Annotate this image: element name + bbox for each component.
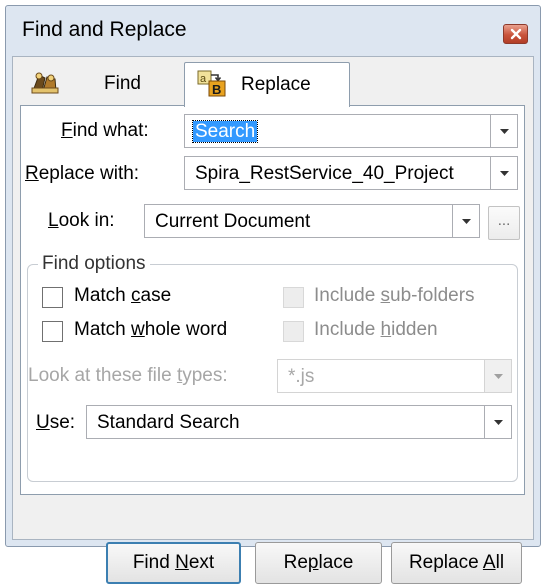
tab-replace-label: Replace — [241, 74, 311, 95]
look-in-dropdown[interactable] — [452, 205, 479, 237]
binoculars-icon — [30, 69, 60, 101]
window-title: Find and Replace — [22, 18, 187, 41]
include-sub-folders-checkbox[interactable] — [283, 287, 304, 308]
include-hidden-label: Include hidden — [314, 319, 438, 340]
chevron-down-icon — [499, 128, 509, 134]
find-what-label: Find what: — [61, 120, 149, 141]
include-sub-folders-label: Include sub-folders — [314, 285, 475, 306]
tab-find-label: Find — [104, 73, 141, 94]
svg-text:a: a — [200, 73, 207, 85]
close-button[interactable] — [503, 24, 528, 44]
look-in-label: Look in: — [48, 210, 115, 231]
find-options-group: Find options Match case Include sub-fold… — [27, 253, 518, 482]
file-types-label: Look at these file types: — [28, 365, 228, 386]
chevron-down-icon — [493, 373, 503, 379]
find-what-input[interactable]: Search — [191, 120, 259, 143]
dialog-body: Find a B Replace Find what: Search Repla… — [12, 56, 534, 584]
tab-find[interactable]: Find — [20, 65, 190, 103]
title-bar[interactable]: Find and Replace — [6, 6, 540, 56]
find-what-dropdown[interactable] — [490, 115, 517, 147]
file-types-value: *.js — [288, 366, 315, 387]
use-combo[interactable]: Standard Search — [86, 405, 512, 439]
file-types-combo[interactable]: *.js — [277, 359, 512, 393]
find-what-combo[interactable]: Search — [184, 114, 518, 148]
chevron-down-icon — [461, 218, 471, 224]
match-case-checkbox[interactable] — [42, 287, 63, 308]
use-dropdown[interactable] — [484, 406, 511, 438]
match-whole-word-label[interactable]: Match whole word — [74, 319, 227, 341]
tab-replace[interactable]: a B Replace — [184, 62, 350, 107]
replace-tab-panel: Find what: Search Replace with: Spira_Re… — [20, 105, 525, 584]
find-options-title: Find options — [38, 253, 150, 275]
replace-with-dropdown[interactable] — [490, 157, 517, 189]
include-hidden-checkbox[interactable] — [283, 321, 304, 342]
use-value: Standard Search — [97, 412, 240, 433]
match-whole-word-checkbox[interactable] — [42, 321, 63, 342]
replace-all-button[interactable]: Replace All — [391, 542, 522, 584]
chevron-down-icon — [499, 170, 509, 176]
replace-icon: a B — [197, 69, 227, 103]
svg-text:B: B — [212, 82, 221, 97]
look-in-value: Current Document — [155, 211, 311, 232]
match-case-label[interactable]: Match case — [74, 285, 171, 307]
close-icon — [510, 28, 521, 40]
browse-folder-button[interactable]: ... — [488, 206, 520, 240]
replace-with-label: Replace with: — [25, 163, 140, 184]
chevron-down-icon — [493, 419, 503, 425]
file-types-dropdown[interactable] — [484, 360, 511, 392]
use-label: Use: — [36, 412, 76, 433]
look-in-combo[interactable]: Current Document — [144, 204, 480, 238]
replace-with-combo[interactable]: Spira_RestService_40_Project — [184, 156, 518, 190]
replace-with-input[interactable]: Spira_RestService_40_Project — [195, 163, 454, 185]
find-next-button[interactable]: Find Next — [106, 542, 241, 584]
find-replace-dialog: Find and Replace Find a B Replace Find w… — [5, 5, 541, 584]
replace-button[interactable]: Replace — [255, 542, 382, 584]
